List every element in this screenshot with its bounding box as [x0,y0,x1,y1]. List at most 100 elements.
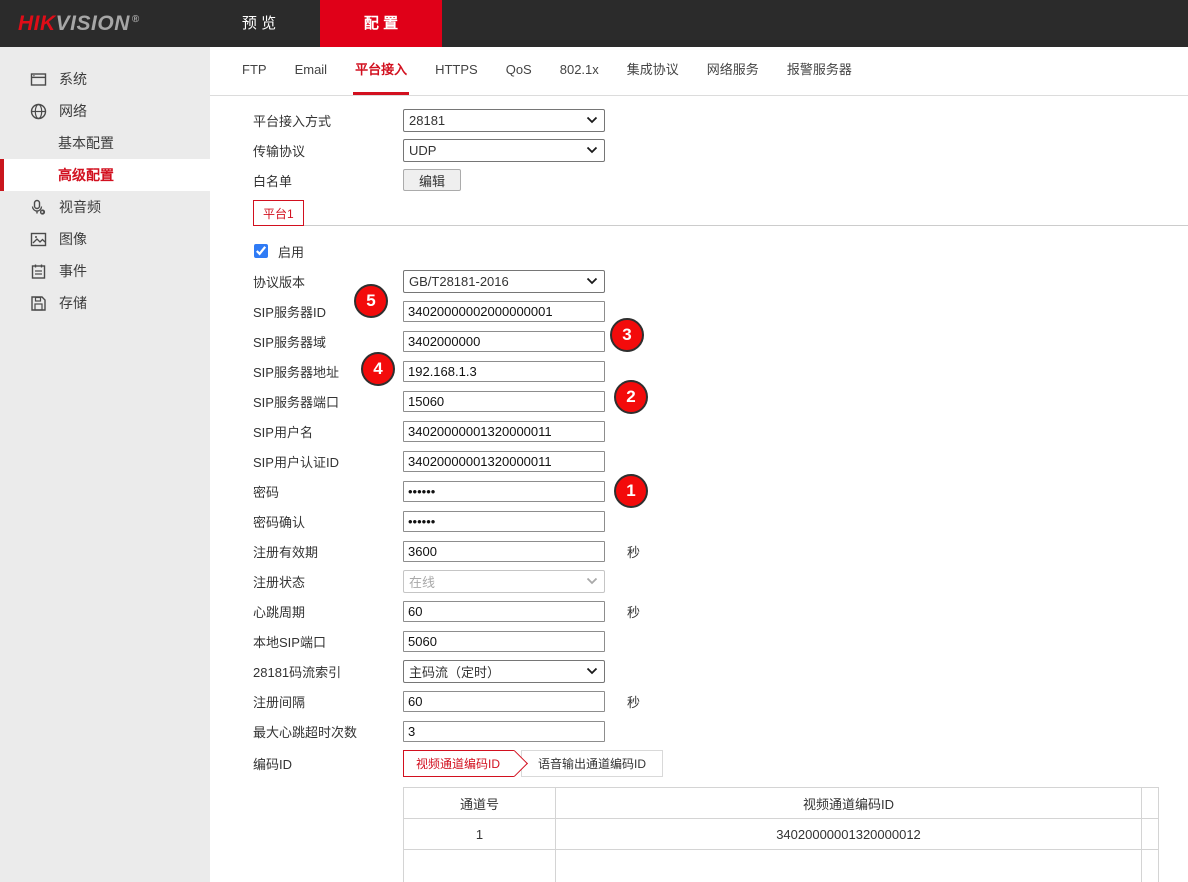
protocol-version-select[interactable]: GB/T28181-2016 [403,270,605,293]
col-video-channel-encode-id: 视频通道编码ID [556,788,1142,819]
sidebar-item-image[interactable]: 图像 [0,223,210,255]
local-sip-port-input[interactable] [403,631,605,652]
tab-video-channel-encode-id[interactable]: 视频通道编码ID [403,750,514,777]
sidebar-subitem-label: 基本配置 [58,133,114,153]
tab-email[interactable]: Email [293,47,330,95]
register-validity-input[interactable] [403,541,605,562]
sidebar-item-audio-video[interactable]: 视音频 [0,191,210,223]
sip-server-port-input[interactable] [403,391,605,412]
whitelist-edit-button[interactable]: 编辑 [403,169,461,191]
platform-access-form: 平台接入方式 28181 传输协议 UDP 白名单 编辑 平台1 [210,96,1188,882]
tab-configuration[interactable]: 配 置 [320,0,442,47]
tab-preview[interactable]: 预 览 [198,0,320,47]
selected-value: 主码流（定时） [409,662,500,681]
tab-label: 语音输出通道编码ID [538,755,646,772]
sidebar-item-network[interactable]: 网络 [0,95,210,127]
chevron-down-icon [586,146,598,154]
sidebar-item-label: 网络 [59,101,87,121]
logo-hik: HIK [18,12,56,35]
enable-label: 启用 [278,242,304,261]
sidebar-item-label: 图像 [59,229,87,249]
stream-index-select[interactable]: 主码流（定时） [403,660,605,683]
transport-protocol-select[interactable]: UDP [403,139,605,162]
max-heartbeat-timeouts-input[interactable] [403,721,605,742]
callout-badge-2: 2 [614,380,648,414]
selected-value: GB/T28181-2016 [409,274,509,289]
chevron-down-icon [586,116,598,124]
unit-seconds: 秒 [627,542,640,561]
callout-badge-1: 1 [614,474,648,508]
stream-index-label: 28181码流索引 [253,662,403,681]
callout-badge-5: 5 [354,284,388,318]
password-input[interactable] [403,481,605,502]
tab-qos[interactable]: QoS [504,47,534,95]
tab-network-service[interactable]: 网络服务 [705,47,761,95]
cell-channel-number: 1 [404,819,556,850]
tab-platform-1[interactable]: 平台1 [253,200,304,226]
col-channel-number: 通道号 [404,788,556,819]
cell-encode-id: 34020000001320000012 [556,819,1142,850]
sidebar: 系统 网络 基本配置 高级配置 视音频 图像 [0,47,210,882]
register-validity-label: 注册有效期 [253,542,403,561]
sidebar-item-storage[interactable]: 存储 [0,287,210,319]
unit-seconds: 秒 [627,692,640,711]
tab-label: 视频通道编码ID [416,755,500,772]
network-icon [30,103,47,120]
tab-audio-output-encode-id[interactable]: 语音输出通道编码ID [521,750,663,777]
settings-tabbar: FTP Email 平台接入 HTTPS QoS 802.1x 集成协议 网络服… [210,47,1188,96]
encode-id-label: 编码ID [253,754,403,773]
table-row[interactable]: 1 34020000001320000012 [404,819,1159,850]
platform-tab-divider [304,200,1188,226]
sidebar-item-event[interactable]: 事件 [0,255,210,287]
register-status-select: 在线 [403,570,605,593]
sip-username-input[interactable] [403,421,605,442]
tab-https[interactable]: HTTPS [433,47,480,95]
table-row[interactable] [404,850,1159,882]
hikvision-logo: HIKVISION® [18,12,140,36]
register-interval-label: 注册间隔 [253,692,403,711]
heartbeat-interval-input[interactable] [403,601,605,622]
table-header-row: 通道号 视频通道编码ID [404,788,1159,819]
platform-access-mode-select[interactable]: 28181 [403,109,605,132]
sidebar-item-system[interactable]: 系统 [0,63,210,95]
sip-username-label: SIP用户名 [253,422,403,441]
cell-channel-number [404,850,556,882]
password-label: 密码 [253,482,403,501]
video-channel-table: 通道号 视频通道编码ID 1 34020000001320000012 [403,787,1159,882]
tab-alarm-server[interactable]: 报警服务器 [785,47,854,95]
sip-server-port-label: SIP服务器端口 [253,392,403,411]
sip-auth-id-input[interactable] [403,451,605,472]
chevron-down-icon [586,667,598,675]
sip-server-domain-input[interactable] [403,331,605,352]
cell-extra [1142,850,1159,882]
tab-integration-protocol[interactable]: 集成协议 [625,47,681,95]
chevron-down-icon [586,277,598,285]
local-sip-port-label: 本地SIP端口 [253,632,403,651]
sidebar-item-basic-config[interactable]: 基本配置 [0,127,210,159]
sip-server-address-input[interactable] [403,361,605,382]
whitelist-label: 白名单 [253,171,403,190]
sidebar-subitem-label: 高级配置 [58,165,114,185]
selected-value: 28181 [409,113,445,128]
register-interval-input[interactable] [403,691,605,712]
sip-server-id-input[interactable] [403,301,605,322]
sip-server-domain-label: SIP服务器域 [253,332,403,351]
topbar: HIKVISION® 预 览 配 置 [0,0,1188,47]
logo-registered-mark: ® [132,14,140,25]
callout-badge-4: 4 [361,352,395,386]
sidebar-item-label: 视音频 [59,197,101,217]
audio-video-icon [30,199,47,216]
cell-extra [1142,819,1159,850]
tab-8021x[interactable]: 802.1x [558,47,601,95]
tab-ftp[interactable]: FTP [240,47,269,95]
sidebar-item-advanced-config[interactable]: 高级配置 [0,159,210,191]
callout-badge-3: 3 [610,318,644,352]
register-status-label: 注册状态 [253,572,403,591]
password-confirm-label: 密码确认 [253,512,403,531]
password-confirm-input[interactable] [403,511,605,532]
unit-seconds: 秒 [627,602,640,621]
chevron-down-icon [586,577,598,585]
tab-platform-access[interactable]: 平台接入 [353,47,409,95]
heartbeat-interval-label: 心跳周期 [253,602,403,621]
enable-checkbox[interactable] [254,244,268,258]
